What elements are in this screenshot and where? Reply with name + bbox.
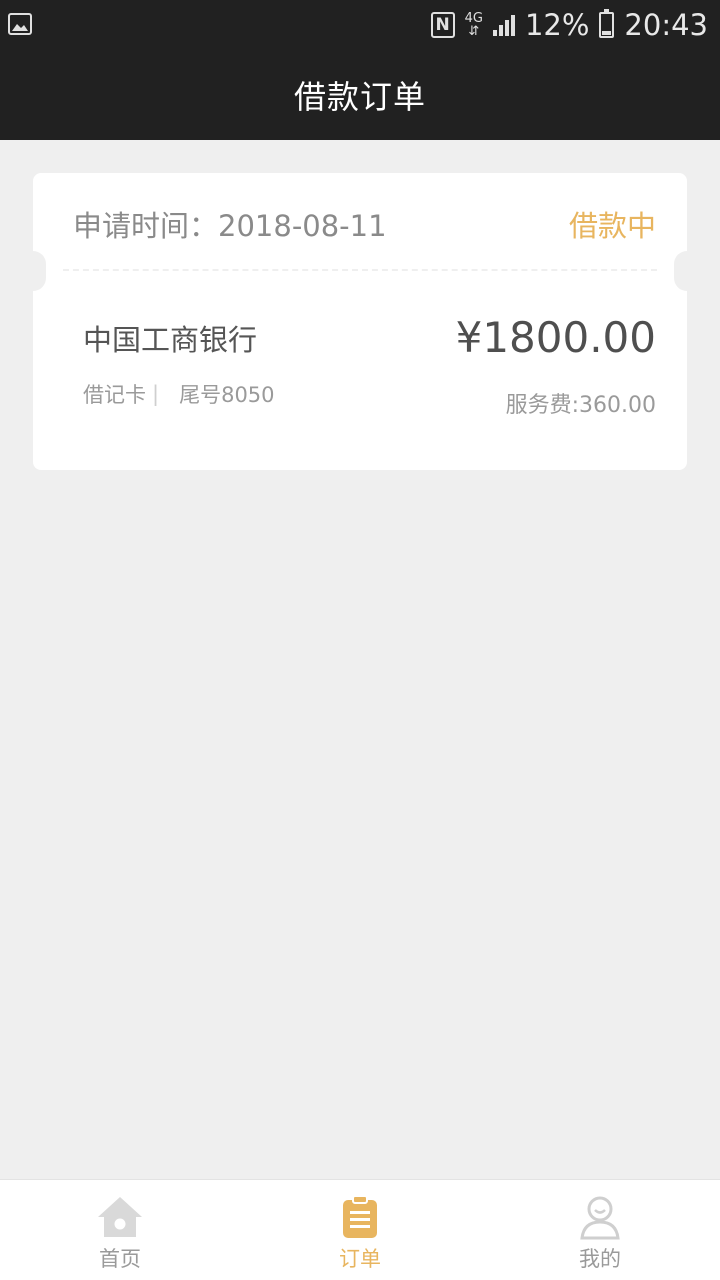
service-fee: 服务费:360.00 [505, 393, 656, 418]
card-tail-number: 尾号8050 [179, 383, 275, 407]
dashed-divider [63, 269, 657, 271]
nav-label-home: 首页 [99, 1247, 141, 1271]
status-bar: N 4G ⇵ 12% 20:43 [0, 0, 720, 50]
card-type: 借记卡 [83, 383, 146, 407]
loan-amount: ¥1800.00 [455, 313, 656, 362]
nav-label-mine: 我的 [579, 1247, 621, 1271]
network-type-label: 4G [464, 11, 483, 26]
nav-item-mine[interactable]: 我的 [480, 1180, 720, 1280]
image-notification-icon [8, 12, 32, 36]
nav-label-orders: 订单 [339, 1247, 381, 1271]
battery-percent: 12% [524, 8, 590, 42]
order-list-icon [336, 1193, 384, 1241]
network-type-icon: 4G ⇵ [464, 11, 483, 39]
order-card-header: 申请时间：2018-08-11 借款中 [33, 173, 687, 271]
apply-time-label: 申请时间： [73, 209, 219, 243]
nfc-icon: N [430, 12, 455, 38]
home-icon [96, 1193, 144, 1241]
title-bar: 借款订单 [0, 50, 720, 140]
order-card[interactable]: 申请时间：2018-08-11 借款中 中国工商银行 借记卡 | 尾号8050 … [20, 173, 700, 470]
clock: 20:43 [624, 8, 708, 42]
card-info-separator: | [152, 382, 160, 406]
battery-icon [599, 9, 615, 38]
page-title: 借款订单 [293, 78, 426, 116]
apply-date: 2018-08-11 [218, 209, 387, 243]
bottom-nav: 首页 订单 我的 [0, 1179, 720, 1280]
card-info: 借记卡 | 尾号8050 [83, 379, 275, 409]
signal-icon [492, 14, 515, 36]
user-icon [576, 1193, 624, 1241]
order-status-badge: 借款中 [568, 209, 656, 243]
nav-item-home[interactable]: 首页 [0, 1180, 240, 1280]
bank-name: 中国工商银行 [83, 323, 258, 357]
apply-time: 申请时间：2018-08-11 [73, 203, 387, 245]
nav-item-orders[interactable]: 订单 [240, 1180, 480, 1280]
